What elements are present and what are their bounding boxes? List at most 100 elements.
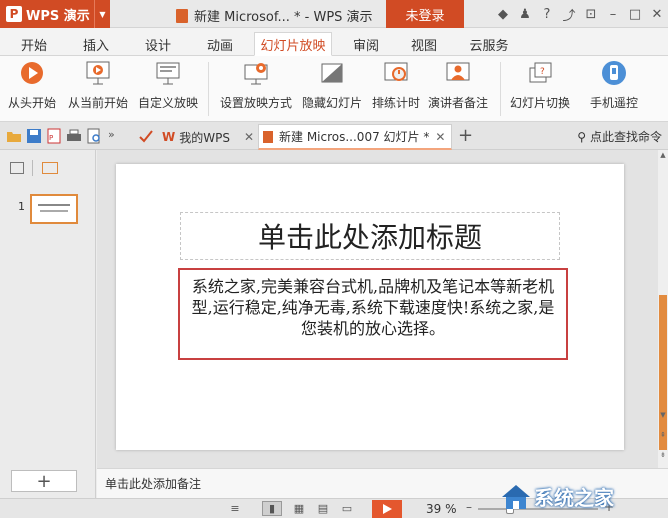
setup-show-button[interactable]: 设置放映方式 bbox=[220, 60, 292, 111]
slide-thumbnail[interactable] bbox=[30, 194, 78, 224]
vertical-scrollbar[interactable]: ▲ ▼ ⇞ ⇟ bbox=[658, 150, 668, 468]
window-controls: ◆ ♟ ? ⤴ ⊡ – □ ✕ bbox=[492, 0, 668, 28]
previous-slide-icon[interactable]: ⇞ bbox=[658, 430, 668, 440]
search-icon: ⚲ bbox=[577, 129, 586, 144]
slide-number: 1 bbox=[18, 200, 25, 213]
speaker-notes-button[interactable]: 演讲者备注 bbox=[428, 60, 488, 111]
thumbnail-line bbox=[38, 204, 70, 206]
chevron-down-icon[interactable]: ▼ bbox=[94, 0, 110, 28]
find-command[interactable]: ⚲ 点此查找命令 bbox=[577, 128, 662, 145]
next-slide-icon[interactable]: ⇟ bbox=[658, 450, 668, 460]
phone-remote-button[interactable]: 手机遥控 bbox=[590, 60, 638, 111]
play-from-current-button[interactable]: 从当前开始 bbox=[68, 60, 128, 111]
save-icon[interactable] bbox=[26, 128, 42, 144]
tab-slideshow[interactable]: 幻灯片放映 bbox=[254, 32, 332, 56]
help-icon[interactable]: ? bbox=[536, 0, 558, 28]
play-current-icon bbox=[85, 60, 111, 86]
slides-view-icon[interactable] bbox=[42, 162, 58, 174]
title-placeholder[interactable]: 单击此处添加标题 bbox=[180, 212, 560, 260]
body-textbox[interactable]: 系统之家,完美兼容台式机,品牌机及笔记本等新老机型,运行稳定,纯净无毒,系统下载… bbox=[178, 268, 568, 360]
rehearse-timing-icon bbox=[383, 60, 409, 86]
window-title: 新建 Microsof... * - WPS 演示 bbox=[176, 6, 373, 25]
notes-page-view-icon[interactable]: ▭ bbox=[338, 501, 356, 516]
notes-placeholder: 单击此处添加备注 bbox=[105, 477, 202, 491]
close-icon[interactable]: ✕ bbox=[244, 130, 254, 144]
print-icon[interactable] bbox=[66, 128, 82, 144]
tab-start[interactable]: 开始 bbox=[12, 32, 56, 56]
wps-logo-icon: P bbox=[6, 6, 22, 22]
thumbnail-line bbox=[40, 210, 68, 212]
tab-animation[interactable]: 动画 bbox=[198, 32, 242, 56]
wps-w-logo-icon: W bbox=[162, 130, 176, 144]
login-button[interactable]: 未登录 bbox=[386, 0, 464, 28]
hide-slide-button[interactable]: 隐藏幻灯片 bbox=[302, 60, 362, 111]
normal-view-icon[interactable]: ▮ bbox=[262, 501, 282, 516]
ribbon-separator bbox=[208, 62, 209, 116]
reading-view-icon[interactable]: ▤ bbox=[314, 501, 332, 516]
house-logo-icon bbox=[502, 485, 530, 509]
skin-icon[interactable]: ◆ bbox=[492, 0, 514, 28]
ribbon-slideshow: 从头开始 从当前开始 自定义放映 设置放映方式 隐藏幻灯片 排练计时 演讲者备注… bbox=[0, 56, 668, 122]
tab-design[interactable]: 设计 bbox=[136, 32, 180, 56]
app-menu-button[interactable]: P WPS 演示 ▼ bbox=[0, 0, 110, 28]
setup-show-icon bbox=[243, 60, 269, 86]
settings-arrow-icon[interactable]: ⤴ bbox=[558, 0, 580, 28]
custom-show-icon bbox=[155, 60, 181, 86]
custom-show-button[interactable]: 自定义放映 bbox=[138, 60, 198, 111]
svg-text:P: P bbox=[49, 134, 53, 142]
zoom-out-icon[interactable]: – bbox=[466, 500, 472, 514]
play-from-start-button[interactable]: 从头开始 bbox=[8, 60, 56, 111]
open-folder-icon[interactable] bbox=[6, 128, 22, 144]
slide-sorter-view-icon[interactable]: ▦ bbox=[290, 501, 308, 516]
tab-insert[interactable]: 插入 bbox=[74, 32, 118, 56]
scroll-up-icon[interactable]: ▲ bbox=[658, 150, 668, 160]
presentation-file-icon bbox=[263, 130, 273, 143]
hide-notes-icon[interactable]: ≡ bbox=[226, 501, 244, 516]
close-icon[interactable]: ✕ bbox=[435, 130, 445, 144]
menu-tabs: 开始 插入 设计 动画 幻灯片放映 审阅 视图 云服务 bbox=[0, 28, 668, 56]
scroll-thumb[interactable] bbox=[659, 295, 667, 450]
checkmark-icon[interactable] bbox=[138, 128, 154, 144]
find-command-label: 点此查找命令 bbox=[589, 130, 662, 144]
tab-current-document[interactable]: 新建 Micros...007 幻灯片 * ✕ bbox=[258, 124, 452, 150]
rehearse-timing-button[interactable]: 排练计时 bbox=[372, 60, 420, 111]
maximize-icon[interactable]: □ bbox=[624, 0, 646, 28]
watermark-logo: 系统之家 bbox=[498, 476, 658, 516]
slides-panel: 1 + bbox=[0, 150, 96, 498]
restore-window-icon[interactable]: ⊡ bbox=[580, 0, 602, 28]
presentation-file-icon bbox=[176, 8, 188, 23]
hide-slide-icon bbox=[319, 60, 345, 86]
tab-my-wps-label: 我的WPS bbox=[179, 130, 230, 145]
shirt-icon[interactable]: ♟ bbox=[514, 0, 536, 28]
title-bar: P WPS 演示 ▼ 新建 Microsof... * - WPS 演示 未登录… bbox=[0, 0, 668, 28]
tab-my-wps[interactable]: W 我的WPS ✕ bbox=[158, 124, 256, 150]
scroll-down-icon[interactable]: ▼ bbox=[658, 410, 668, 420]
window-title-text: 新建 Microsof... * - WPS 演示 bbox=[194, 10, 373, 25]
document-tab-bar: P » W 我的WPS ✕ 新建 Micros...007 幻灯片 * ✕ + … bbox=[0, 122, 668, 150]
slide-transition-icon: ? bbox=[527, 60, 553, 86]
tab-view[interactable]: 视图 bbox=[402, 32, 446, 56]
minimize-icon[interactable]: – bbox=[602, 0, 624, 28]
watermark-text: 系统之家 bbox=[534, 485, 614, 510]
phone-remote-icon bbox=[601, 60, 627, 86]
tab-current-document-label: 新建 Micros...007 幻灯片 * bbox=[279, 130, 430, 144]
play-circle-icon bbox=[19, 60, 45, 86]
slide-editor: 单击此处添加标题 系统之家,完美兼容台式机,品牌机及笔记本等新老机型,运行稳定,… bbox=[97, 150, 658, 468]
add-slide-button[interactable]: + bbox=[11, 470, 77, 492]
new-tab-plus-icon[interactable]: + bbox=[458, 125, 473, 146]
outline-view-icon[interactable] bbox=[10, 162, 24, 174]
panel-divider bbox=[32, 160, 33, 176]
ribbon-separator bbox=[500, 62, 501, 116]
play-slideshow-button[interactable] bbox=[372, 500, 402, 518]
slide-transition-button[interactable]: ? 幻灯片切换 bbox=[510, 60, 570, 111]
print-preview-icon[interactable] bbox=[86, 128, 102, 144]
zoom-level: 39 % bbox=[426, 502, 457, 516]
svg-text:?: ? bbox=[540, 67, 545, 77]
tab-review[interactable]: 审阅 bbox=[344, 32, 388, 56]
close-icon[interactable]: ✕ bbox=[646, 0, 668, 28]
more-arrow-icon[interactable]: » bbox=[108, 128, 124, 144]
export-pdf-icon[interactable]: P bbox=[46, 128, 62, 144]
tab-cloud-service[interactable]: 云服务 bbox=[462, 32, 516, 56]
speaker-notes-icon bbox=[445, 60, 471, 86]
slide-canvas[interactable]: 单击此处添加标题 系统之家,完美兼容台式机,品牌机及笔记本等新老机型,运行稳定,… bbox=[116, 164, 624, 450]
